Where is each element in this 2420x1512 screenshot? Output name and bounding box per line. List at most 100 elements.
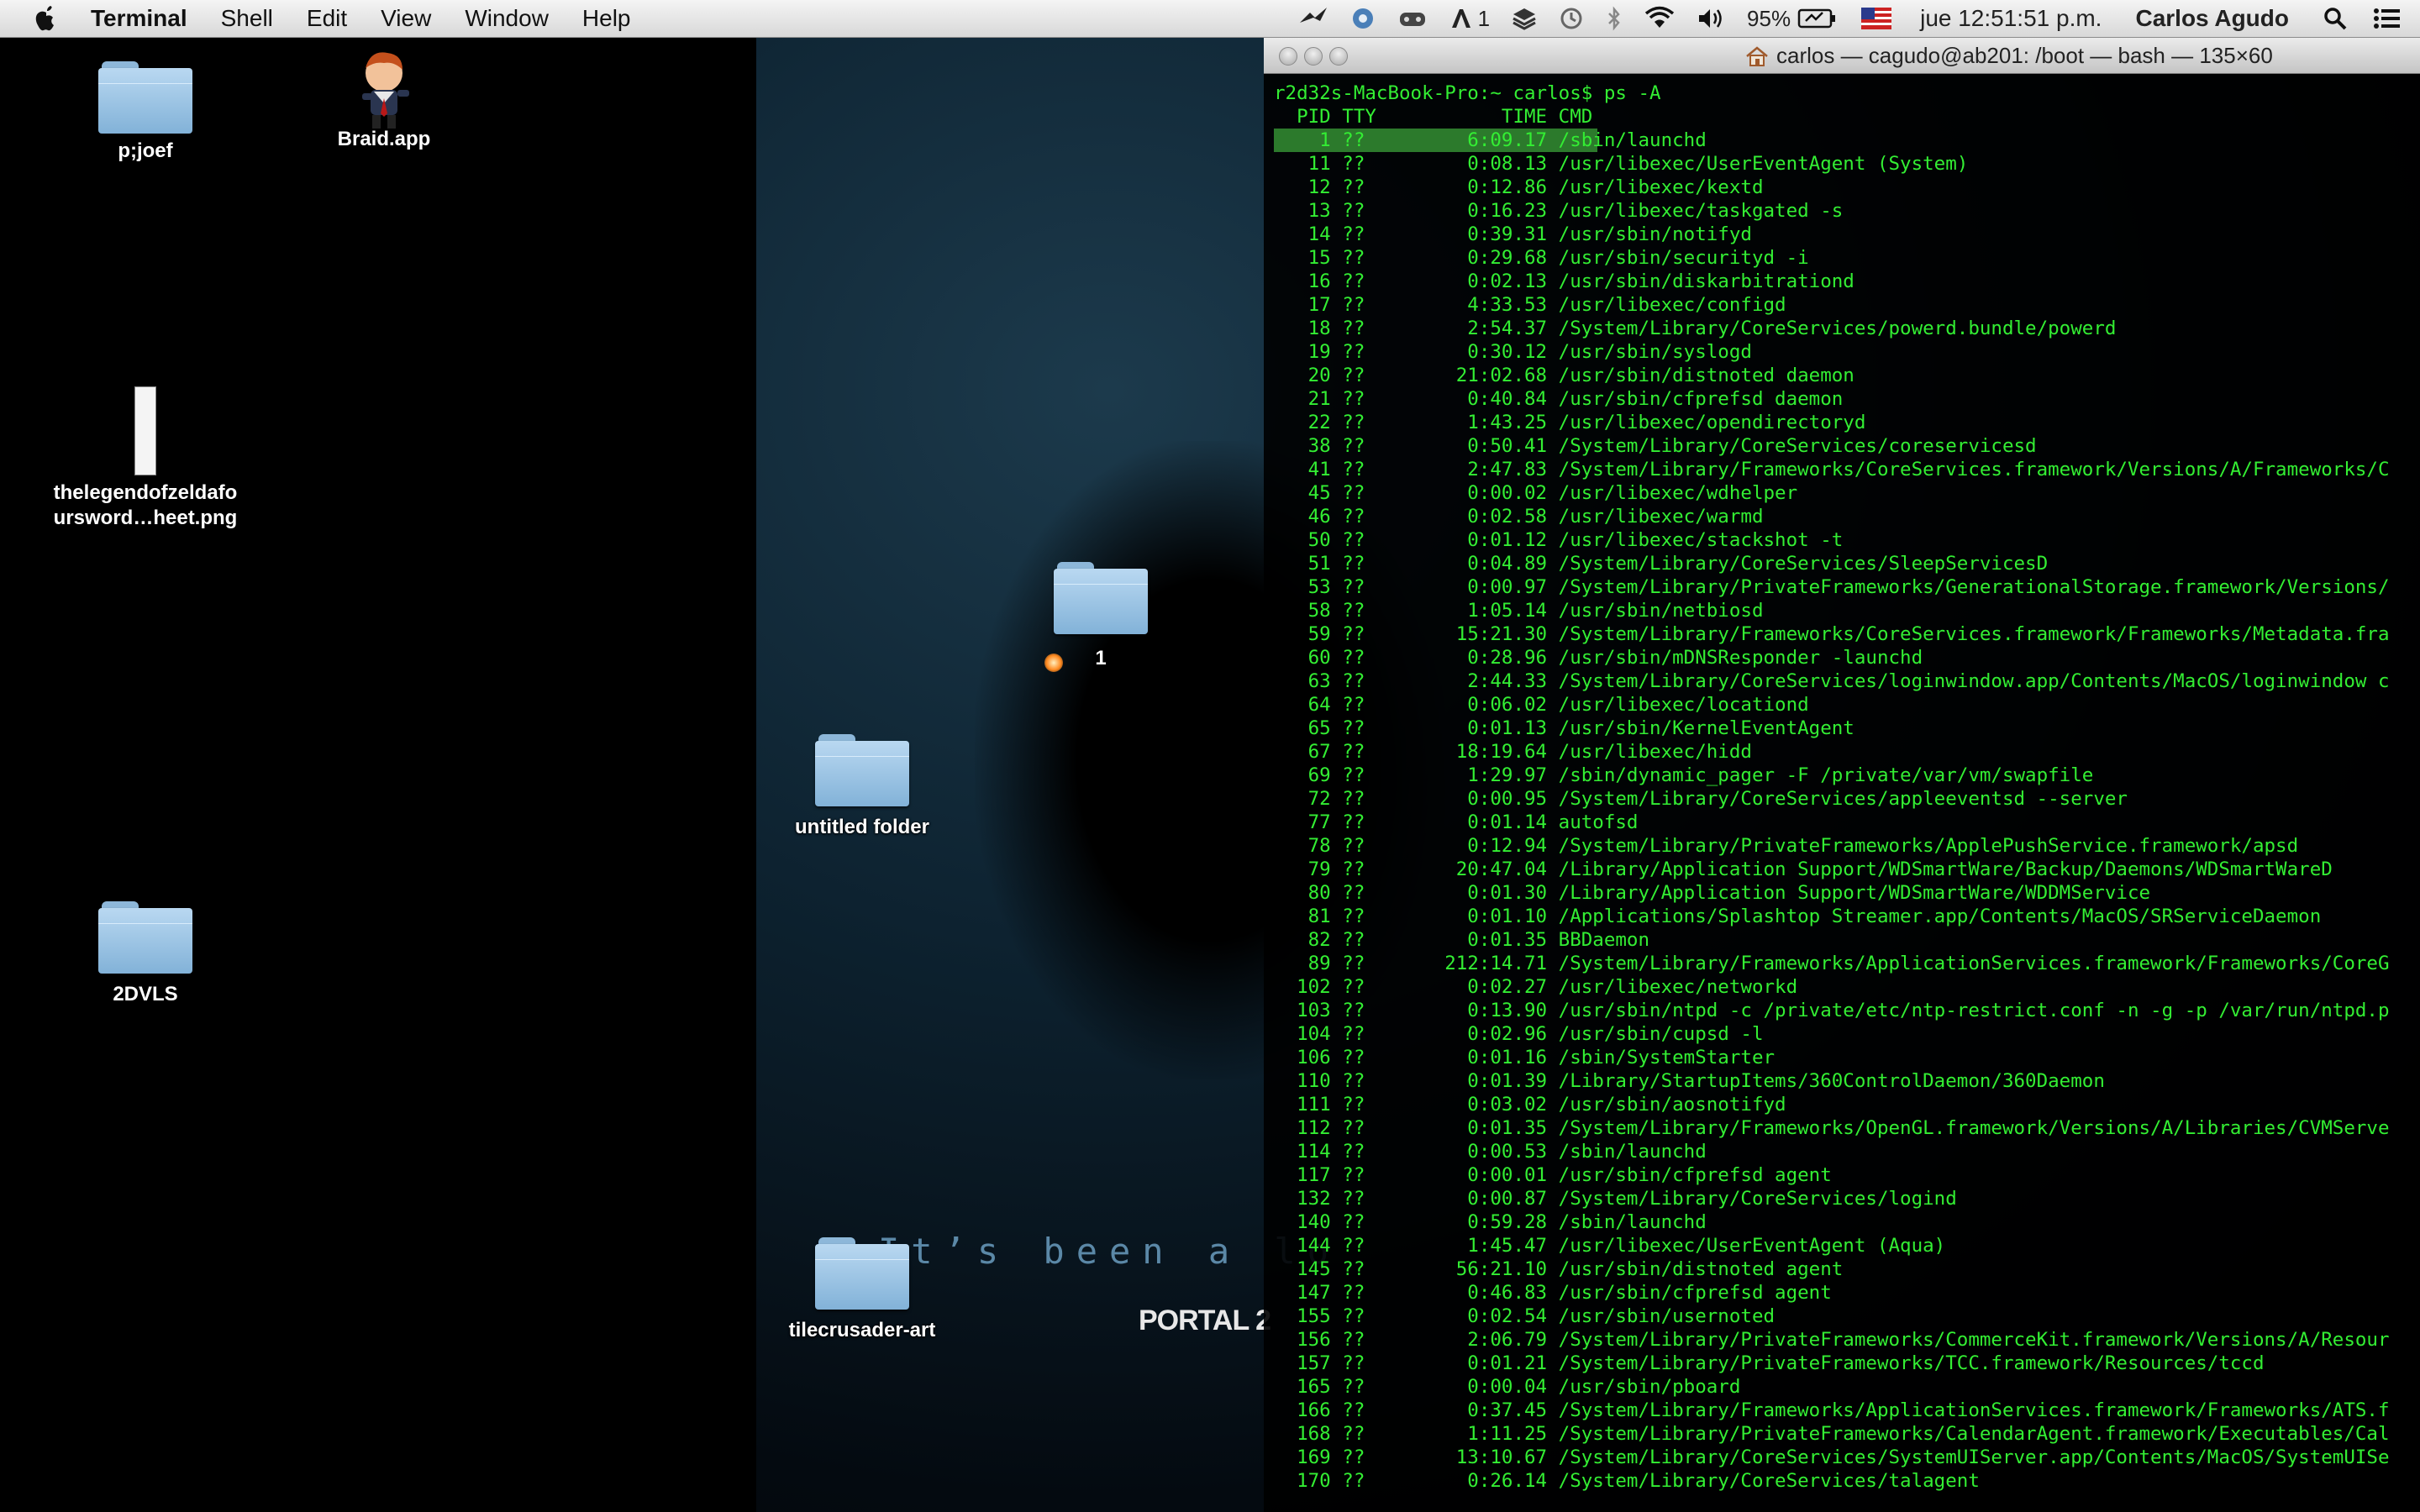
process-row: 63 ?? 2:44.33 /System/Library/CoreServic… bbox=[1274, 670, 2390, 692]
spotlight-search-icon[interactable] bbox=[2323, 6, 2348, 31]
zoom-button[interactable] bbox=[1329, 47, 1348, 66]
desktop-icon-folder-1[interactable]: 1 bbox=[1000, 562, 1202, 671]
terminal-window: carlos — cagudo@ab201: /boot — bash — 13… bbox=[1264, 38, 2420, 1512]
process-row: 77 ?? 0:01.14 autofsd bbox=[1274, 811, 1639, 833]
window-title: carlos — cagudo@ab201: /boot — bash — 13… bbox=[1776, 43, 2273, 68]
process-row: 106 ?? 0:01.16 /sbin/SystemStarter bbox=[1274, 1047, 1776, 1068]
process-row: 17 ?? 4:33.53 /usr/libexec/configd bbox=[1274, 294, 1786, 316]
process-row: 140 ?? 0:59.28 /sbin/launchd bbox=[1274, 1211, 1707, 1233]
process-row: 102 ?? 0:02.27 /usr/libexec/networkd bbox=[1274, 976, 1798, 998]
menu-edit[interactable]: Edit bbox=[307, 5, 347, 32]
desktop-icon-untitled-folder[interactable]: untitled folder bbox=[761, 734, 963, 840]
desktop-icon-label: tilecrusader-art bbox=[788, 1319, 936, 1341]
minimize-button[interactable] bbox=[1304, 47, 1323, 66]
process-row: 19 ?? 0:30.12 /usr/sbin/syslogd bbox=[1274, 341, 1752, 363]
ps-header: PID TTY TIME CMD bbox=[1274, 106, 1593, 128]
ps-process-list: 1 ?? 6:09.17 /sbin/launchd 11 ?? 0:08.13… bbox=[1274, 129, 2420, 1493]
process-row: 144 ?? 1:45.47 /usr/libexec/UserEventAge… bbox=[1274, 1235, 1946, 1257]
terminal-output[interactable]: r2d32s-MacBook-Pro:~ carlos$ ps -A PID T… bbox=[1274, 81, 2420, 1509]
process-row: 114 ?? 0:00.53 /sbin/launchd bbox=[1274, 1141, 1707, 1163]
desktop-icon-label: 1 bbox=[1095, 647, 1107, 669]
process-row: 60 ?? 0:28.96 /usr/sbin/mDNSResponder -l… bbox=[1274, 647, 1923, 669]
process-row: 169 ?? 13:10.67 /System/Library/CoreServ… bbox=[1274, 1446, 2390, 1468]
battery-percent[interactable]: 95% bbox=[1747, 6, 1791, 32]
process-row: 117 ?? 0:00.01 /usr/sbin/cfprefsd agent bbox=[1274, 1164, 1832, 1186]
process-row: 18 ?? 2:54.37 /System/Library/CoreServic… bbox=[1274, 318, 2117, 339]
bluetooth-icon[interactable] bbox=[1606, 6, 1623, 31]
process-row: 166 ?? 0:37.45 /System/Library/Framework… bbox=[1274, 1399, 2390, 1421]
layers-icon[interactable] bbox=[1512, 6, 1537, 31]
window-titlebar[interactable]: carlos — cagudo@ab201: /boot — bash — 13… bbox=[1264, 38, 2420, 74]
battery-icon[interactable] bbox=[1797, 8, 1836, 29]
process-row: 145 ?? 56:21.10 /usr/sbin/distnoted agen… bbox=[1274, 1258, 1844, 1280]
time-machine-icon[interactable] bbox=[1559, 6, 1584, 31]
menu-bar: Terminal Shell Edit View Window Help 1 9… bbox=[0, 0, 2420, 38]
desktop-icon-label: 2DVLS bbox=[113, 983, 178, 1005]
user-menu[interactable]: Carlos Agudo bbox=[2135, 5, 2289, 32]
desktop-icon-braid[interactable]: Braid.app bbox=[283, 48, 485, 152]
menu-window[interactable]: Window bbox=[465, 5, 549, 32]
process-row: 16 ?? 0:02.13 /usr/sbin/diskarbitrationd bbox=[1274, 270, 1854, 292]
wifi-icon[interactable] bbox=[1644, 6, 1675, 31]
folder-icon bbox=[1054, 562, 1148, 634]
desktop-icon-2dvls[interactable]: 2DVLS bbox=[45, 901, 246, 1007]
desktop-icon-zelda-sheet[interactable]: thelegendofzeldafo ursword…heet.png bbox=[45, 386, 246, 531]
process-row: 14 ?? 0:39.31 /usr/sbin/notifyd bbox=[1274, 223, 1752, 245]
folder-icon bbox=[815, 1237, 909, 1310]
process-row: 156 ?? 2:06.79 /System/Library/PrivateFr… bbox=[1274, 1329, 2390, 1351]
desktop-icon-pjoef[interactable]: p;joef bbox=[45, 61, 246, 164]
process-row: 72 ?? 0:00.95 /System/Library/CoreServic… bbox=[1274, 788, 2128, 810]
process-row: 69 ?? 1:29.97 /sbin/dynamic_pager -F /pr… bbox=[1274, 764, 2094, 786]
process-row: 21 ?? 0:40.84 /usr/sbin/cfprefsd daemon bbox=[1274, 388, 1844, 410]
process-row: 80 ?? 0:01.30 /Library/Application Suppo… bbox=[1274, 882, 2151, 904]
process-row: 41 ?? 2:47.83 /System/Library/Frameworks… bbox=[1274, 459, 2390, 480]
spaces-icon[interactable]: 1 bbox=[1449, 6, 1490, 32]
process-row: 89 ?? 212:14.71 /System/Library/Framewor… bbox=[1274, 953, 2390, 974]
process-row: 132 ?? 0:00.87 /System/Library/CoreServi… bbox=[1274, 1188, 1957, 1210]
process-row: 111 ?? 0:03.02 /usr/sbin/aosnotifyd bbox=[1274, 1094, 1786, 1116]
process-row: 81 ?? 0:01.10 /Applications/Splashtop St… bbox=[1274, 906, 2322, 927]
process-row: 38 ?? 0:50.41 /System/Library/CoreServic… bbox=[1274, 435, 2037, 457]
process-row: 67 ?? 18:19.64 /usr/libexec/hidd bbox=[1274, 741, 1752, 763]
notification-center-icon[interactable] bbox=[2373, 6, 2402, 31]
process-row: 15 ?? 0:29.68 /usr/sbin/securityd -i bbox=[1274, 247, 1809, 269]
process-row: 104 ?? 0:02.96 /usr/sbin/cupsd -l bbox=[1274, 1023, 1764, 1045]
process-row: 112 ?? 0:01.35 /System/Library/Framework… bbox=[1274, 1117, 2390, 1139]
bird-icon[interactable] bbox=[1298, 6, 1328, 31]
desktop-icon-label: untitled folder bbox=[795, 816, 929, 838]
process-row: 64 ?? 0:06.02 /usr/libexec/locationd bbox=[1274, 694, 1809, 716]
home-folder-icon bbox=[1744, 45, 1770, 71]
process-row: 13 ?? 0:16.23 /usr/libexec/taskgated -s bbox=[1274, 200, 1844, 222]
menu-shell[interactable]: Shell bbox=[221, 5, 273, 32]
process-row: 58 ?? 1:05.14 /usr/sbin/netbiosd bbox=[1274, 600, 1764, 622]
process-row: 12 ?? 0:12.86 /usr/libexec/kextd bbox=[1274, 176, 1764, 198]
gear-badge-icon[interactable] bbox=[1350, 6, 1376, 31]
volume-icon[interactable] bbox=[1697, 6, 1725, 31]
menu-app-terminal[interactable]: Terminal bbox=[91, 5, 187, 32]
folder-icon bbox=[98, 901, 192, 974]
process-row: 65 ?? 0:01.13 /usr/sbin/KernelEventAgent bbox=[1274, 717, 1854, 739]
process-row: 170 ?? 0:26.14 /System/Library/CoreServi… bbox=[1274, 1470, 1980, 1492]
input-source-flag-icon[interactable] bbox=[1861, 8, 1892, 29]
gamepad-icon[interactable] bbox=[1397, 6, 1428, 31]
image-file-icon bbox=[134, 386, 156, 475]
folder-icon bbox=[815, 734, 909, 806]
process-row: 165 ?? 0:00.04 /usr/sbin/pboard bbox=[1274, 1376, 1741, 1398]
process-row: 46 ?? 0:02.58 /usr/libexec/warmd bbox=[1274, 506, 1764, 528]
process-row: 103 ?? 0:13.90 /usr/sbin/ntpd -c /privat… bbox=[1274, 1000, 2390, 1021]
process-row: 157 ?? 0:01.21 /System/Library/PrivateFr… bbox=[1274, 1352, 2265, 1374]
folder-icon bbox=[98, 61, 192, 134]
braid-app-icon bbox=[337, 48, 431, 134]
process-row: 168 ?? 1:11.25 /System/Library/PrivateFr… bbox=[1274, 1423, 2390, 1445]
status-menus: 1 95% jue 12:51:51 p.m. Carlos Agudo bbox=[1276, 0, 2402, 37]
process-row: 45 ?? 0:00.02 /usr/libexec/wdhelper bbox=[1274, 482, 1798, 504]
close-button[interactable] bbox=[1279, 47, 1297, 66]
menu-clock[interactable]: jue 12:51:51 p.m. bbox=[1920, 5, 2102, 32]
apple-menu-icon[interactable] bbox=[32, 3, 60, 34]
menu-view[interactable]: View bbox=[381, 5, 431, 32]
process-row: 110 ?? 0:01.39 /Library/StartupItems/360… bbox=[1274, 1070, 2105, 1092]
desktop-icon-label: thelegendofzeldafo ursword…heet.png bbox=[53, 481, 238, 529]
desktop-icon-tilecrusader-art[interactable]: tilecrusader-art bbox=[761, 1237, 963, 1343]
menu-help[interactable]: Help bbox=[582, 5, 631, 32]
terminal-prompt: r2d32s-MacBook-Pro:~ carlos$ ps -A bbox=[1274, 82, 1661, 104]
